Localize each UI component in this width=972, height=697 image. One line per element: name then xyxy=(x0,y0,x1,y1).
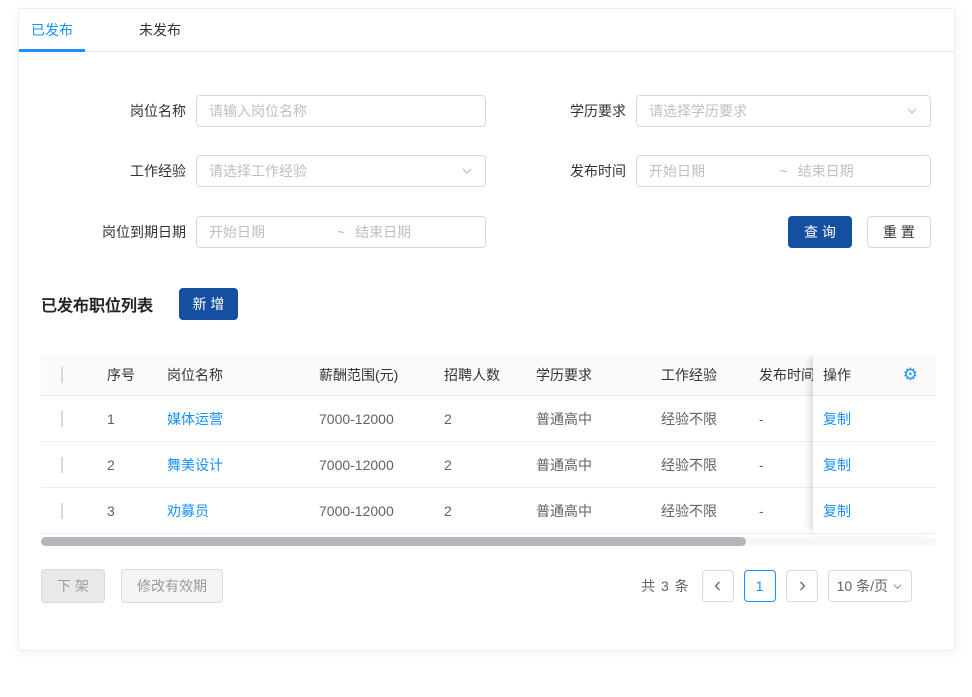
experience-label: 工作经验 xyxy=(46,155,186,187)
job-name-link[interactable]: 媒体运营 xyxy=(167,411,223,427)
fixed-action-column: 操作 ⚙ 复制 复制 复制 xyxy=(813,354,936,534)
page-size-label: 10 条/页 xyxy=(837,576,888,596)
tab-unpublished[interactable]: 未发布 xyxy=(127,9,193,51)
table-row: 3 劝募员 7000-12000 2 普通高中 经验不限 - xyxy=(41,488,893,534)
header-name: 岗位名称 xyxy=(151,365,303,385)
table-row: 1 媒体运营 7000-12000 2 普通高中 经验不限 - xyxy=(41,396,893,442)
horizontal-scrollbar-thumb[interactable] xyxy=(41,537,746,546)
page-size-select[interactable]: 10 条/页 xyxy=(828,570,912,602)
row-salary: 7000-12000 xyxy=(303,411,428,427)
reset-button[interactable]: 重 置 xyxy=(867,216,931,248)
row-count: 2 xyxy=(428,457,520,473)
chevron-down-icon xyxy=(892,581,903,592)
chevron-right-icon xyxy=(796,580,808,592)
search-button[interactable]: 查 询 xyxy=(788,216,852,248)
tab-unpublished-label: 未发布 xyxy=(139,20,181,40)
row-checkbox[interactable] xyxy=(61,457,63,473)
row-index: 2 xyxy=(91,457,151,473)
modify-validity-button[interactable]: 修改有效期 xyxy=(121,569,223,603)
row-index: 1 xyxy=(91,411,151,427)
copy-link[interactable]: 复制 xyxy=(823,455,851,475)
row-index: 3 xyxy=(91,503,151,519)
expire-date-range[interactable]: 开始日期 ~ 结束日期 xyxy=(196,216,486,248)
row-salary: 7000-12000 xyxy=(303,457,428,473)
row-salary: 7000-12000 xyxy=(303,503,428,519)
copy-link[interactable]: 复制 xyxy=(823,409,851,429)
next-page-button[interactable] xyxy=(786,570,818,602)
row-experience: 经验不限 xyxy=(645,409,743,429)
job-name-input[interactable] xyxy=(209,103,473,119)
expire-date-label: 岗位到期日期 xyxy=(46,216,186,248)
job-name-link[interactable]: 舞美设计 xyxy=(167,457,223,473)
row-education: 普通高中 xyxy=(520,501,645,521)
chevron-down-icon xyxy=(461,165,473,177)
gear-icon[interactable]: ⚙ xyxy=(903,366,918,383)
tab-published[interactable]: 已发布 xyxy=(19,9,85,51)
expire-date-start-placeholder: 开始日期 xyxy=(209,222,327,242)
job-name-link[interactable]: 劝募员 xyxy=(167,503,209,519)
tab-published-label: 已发布 xyxy=(31,20,73,40)
education-label: 学历要求 xyxy=(486,95,626,127)
education-select[interactable]: 请选择学历要求 xyxy=(636,95,931,127)
range-separator: ~ xyxy=(327,224,355,240)
header-experience: 工作经验 xyxy=(645,365,743,385)
publish-time-end-placeholder: 结束日期 xyxy=(798,161,918,181)
pagination-total: 共 3 条 xyxy=(641,576,690,596)
row-experience: 经验不限 xyxy=(645,455,743,475)
pagination: 共 3 条 1 10 条/页 xyxy=(641,570,912,602)
row-count: 2 xyxy=(428,411,520,427)
row-experience: 经验不限 xyxy=(645,501,743,521)
row-education: 普通高中 xyxy=(520,409,645,429)
experience-select[interactable]: 请选择工作经验 xyxy=(196,155,486,187)
education-placeholder: 请选择学历要求 xyxy=(649,101,906,121)
range-separator: ~ xyxy=(769,163,797,179)
job-table: 序号 岗位名称 薪酬范围(元) 招聘人数 学历要求 工作经验 发布时间 1 媒体… xyxy=(41,354,936,548)
tab-bar: 已发布 未发布 xyxy=(19,9,954,52)
header-education: 学历要求 xyxy=(520,365,645,385)
header-index: 序号 xyxy=(91,365,151,385)
row-count: 2 xyxy=(428,503,520,519)
header-count: 招聘人数 xyxy=(428,365,520,385)
offline-button[interactable]: 下 架 xyxy=(41,569,105,603)
chevron-down-icon xyxy=(906,105,918,117)
expire-date-end-placeholder: 结束日期 xyxy=(355,222,473,242)
horizontal-scrollbar-track xyxy=(41,537,936,546)
row-checkbox[interactable] xyxy=(61,503,63,519)
select-all-checkbox[interactable] xyxy=(61,367,63,383)
experience-placeholder: 请选择工作经验 xyxy=(209,161,461,181)
table-row: 2 舞美设计 7000-12000 2 普通高中 经验不限 - xyxy=(41,442,893,488)
publish-time-range[interactable]: 开始日期 ~ 结束日期 xyxy=(636,155,931,187)
copy-link[interactable]: 复制 xyxy=(823,501,851,521)
header-action: 操作 xyxy=(823,365,851,385)
publish-time-label: 发布时间 xyxy=(486,155,626,187)
content-card: 已发布 未发布 岗位名称 学历要求 请选择学历要求 工作经验 请选择工作经验 发… xyxy=(18,8,955,651)
publish-time-start-placeholder: 开始日期 xyxy=(649,161,769,181)
table-header-row: 序号 岗位名称 薪酬范围(元) 招聘人数 学历要求 工作经验 发布时间 xyxy=(41,354,893,396)
row-education: 普通高中 xyxy=(520,455,645,475)
header-salary: 薪酬范围(元) xyxy=(303,365,428,385)
add-button[interactable]: 新 增 xyxy=(179,288,238,320)
job-name-input-wrap xyxy=(196,95,486,127)
job-name-label: 岗位名称 xyxy=(46,95,186,127)
list-title: 已发布职位列表 xyxy=(41,292,153,316)
chevron-left-icon xyxy=(712,580,724,592)
row-checkbox[interactable] xyxy=(61,411,63,427)
prev-page-button[interactable] xyxy=(702,570,734,602)
page-number-button[interactable]: 1 xyxy=(744,570,776,602)
